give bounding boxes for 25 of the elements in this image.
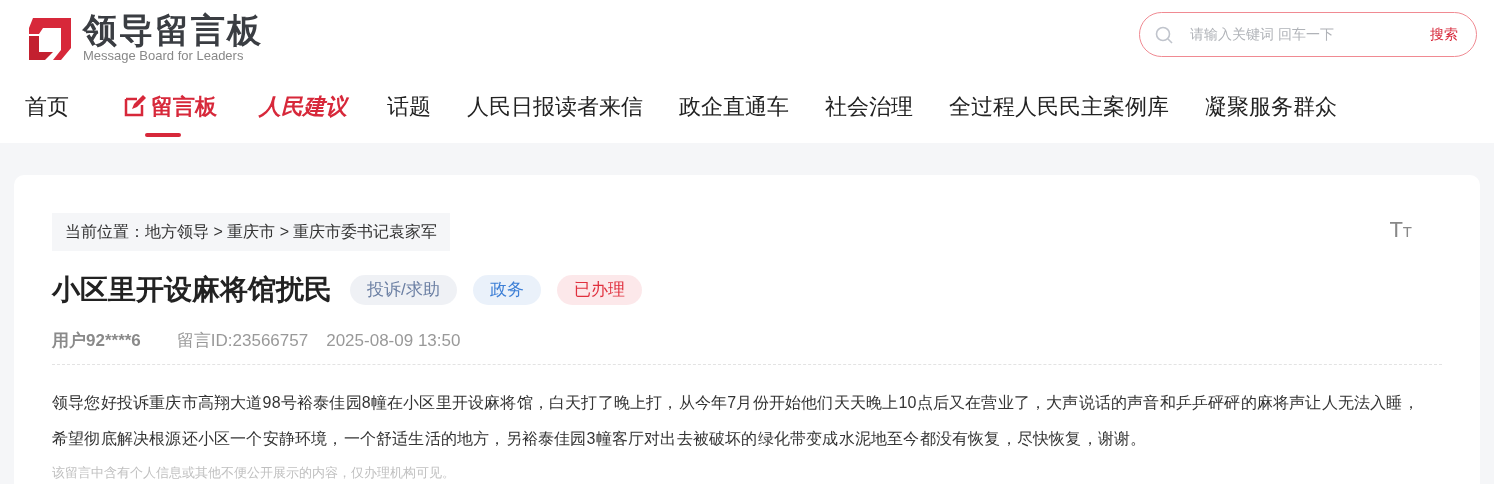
nav-tab[interactable]: 全过程人民民主案例库: [949, 81, 1169, 137]
breadcrumb: 当前位置：地方领导 > 重庆市 > 重庆市委书记袁家军: [52, 213, 451, 251]
nav-tab[interactable]: 留言板: [123, 81, 217, 137]
nav-tab[interactable]: 人民建议: [259, 81, 347, 137]
nav-tab[interactable]: 社会治理: [825, 81, 913, 137]
nav-tab[interactable]: 政企直通车: [679, 81, 789, 137]
message-body: 领导您好投诉重庆市高翔大道98号裕泰佳园8幢在小区里开设麻将馆，白天打了晚上打，从今年7月份开始他们天天晚上10点后又在营业了，大声说话的声音和乒乒砰砰的麻将声让人无法入睡，希望彻底解决根源还小区一个安静环境，一个舒适生活的地方，另裕泰佳园3幢客厅对出去被破坏的绿化带变成水泥地至今都没有恢复，尽快恢复，谢谢。: [52, 392, 1420, 449]
message-time: 2025-08-09 13:50: [326, 330, 461, 352]
logo-subtitle: Message Board for Leaders: [83, 48, 245, 64]
privacy-note: 该留言中含有个人信息或其他不便公开展示的内容，仅办理机构可见。: [52, 463, 456, 482]
logo-title: 领导留言板: [83, 12, 263, 48]
search-button[interactable]: 搜索: [1430, 24, 1458, 45]
nav-tab[interactable]: 凝聚服务群众: [1205, 81, 1337, 137]
search-icon: [1154, 24, 1174, 45]
font-size-button[interactable]: TT: [1389, 219, 1412, 241]
message-id: 留言ID:23566757: [176, 330, 309, 352]
nav-tab[interactable]: 首页: [25, 81, 69, 137]
category-tag: 政务: [472, 275, 541, 305]
user-name: 用户92****6: [52, 330, 141, 352]
category-tag: 已办理: [556, 275, 642, 305]
edit-icon: [123, 94, 147, 118]
category-tag: 投诉/求助: [350, 275, 457, 305]
nav-tab[interactable]: 话题: [387, 81, 431, 137]
nav-tab[interactable]: 人民日报读者来信: [467, 81, 643, 137]
message-title: 小区里开设麻将馆扰民: [52, 273, 332, 307]
